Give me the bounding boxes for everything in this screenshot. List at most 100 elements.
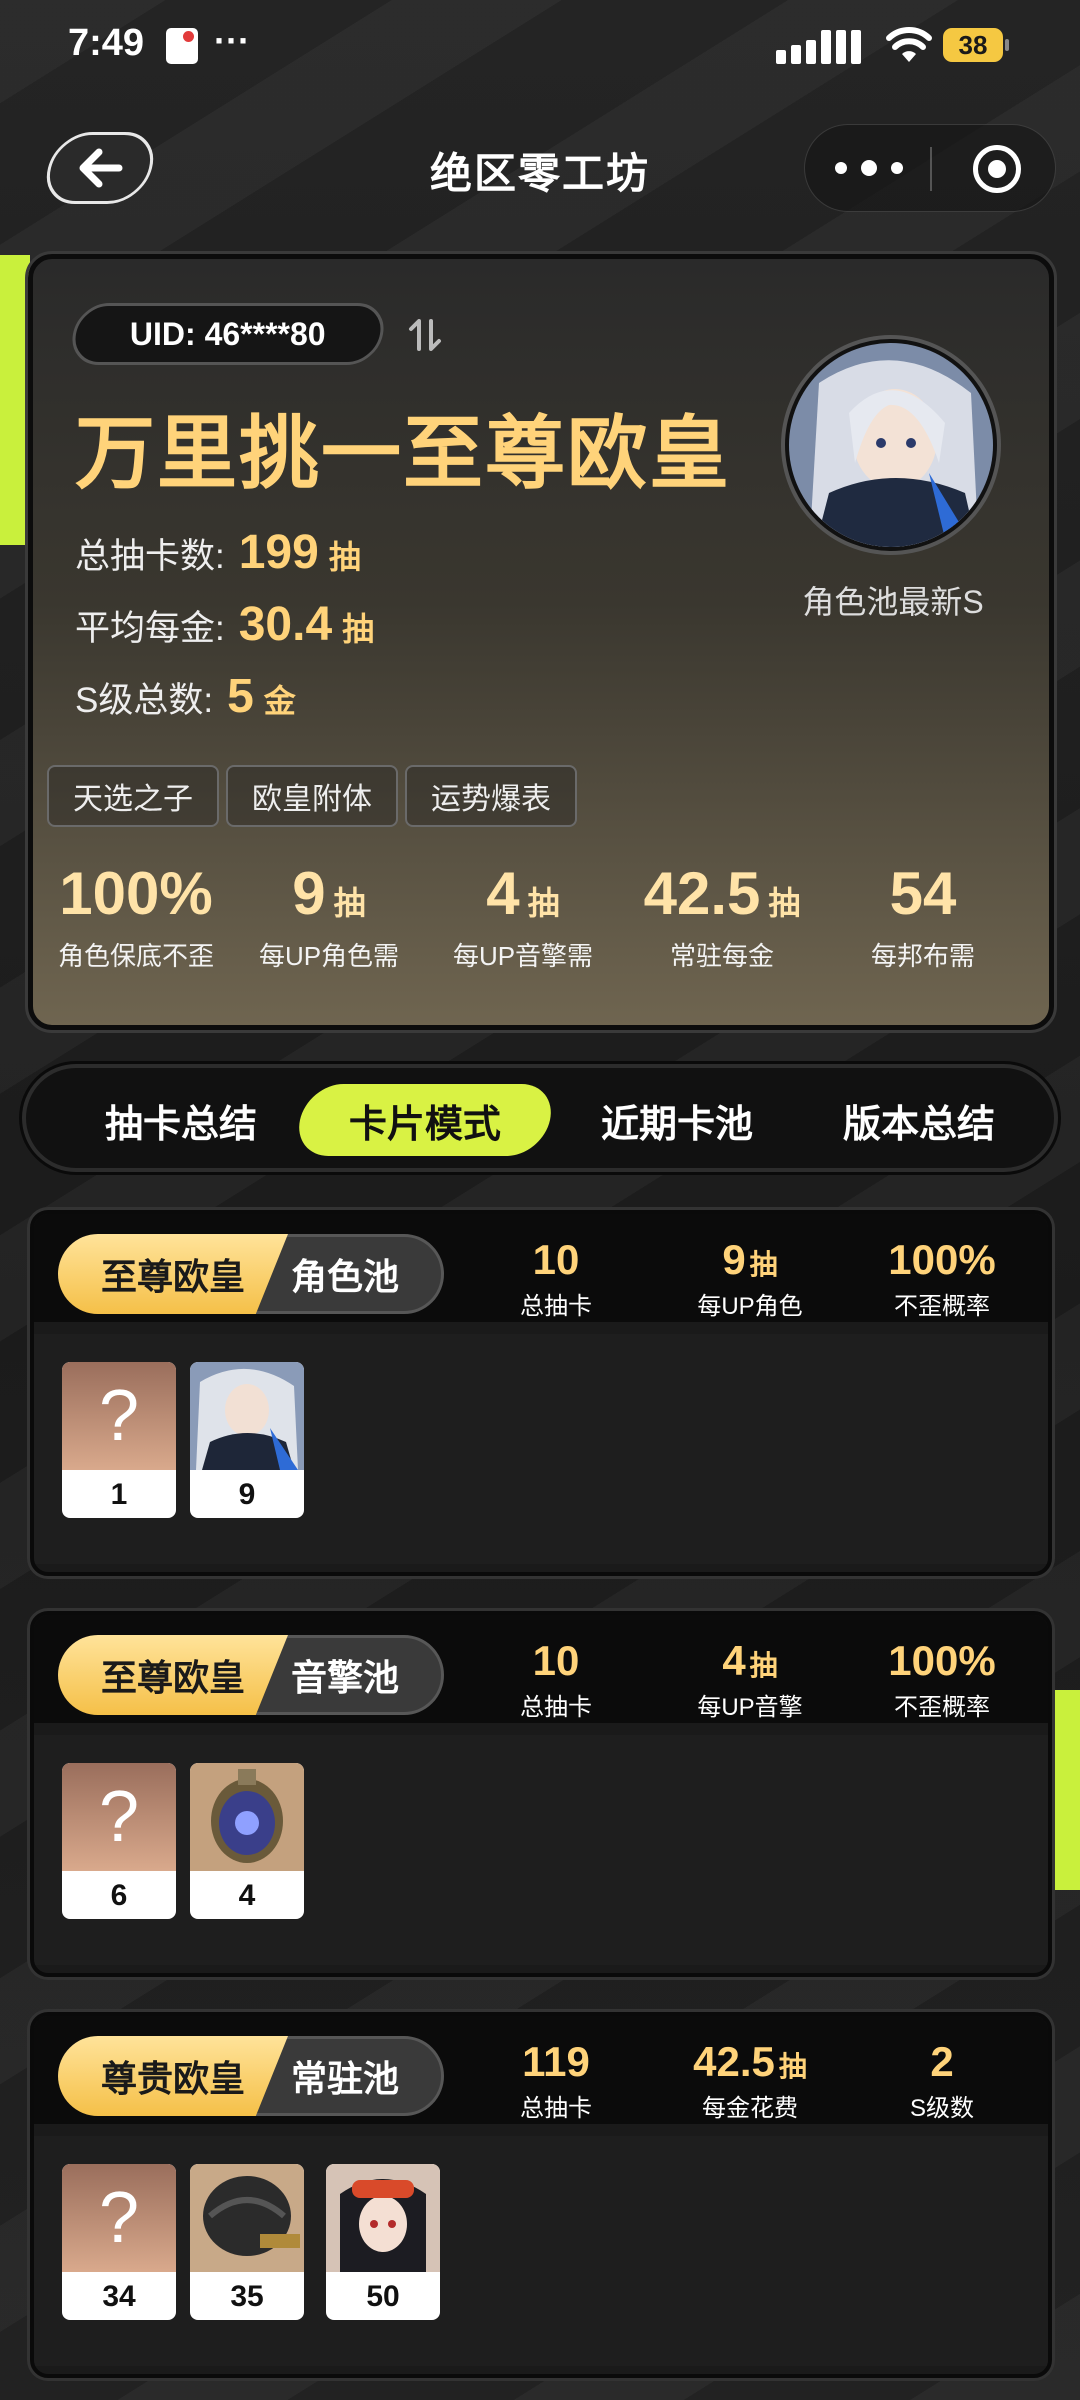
pool-stat-label: 每UP角色 (697, 1293, 803, 1320)
pool-stat-value: 2 (930, 2038, 954, 2085)
pull-count: 34 (102, 2280, 136, 2313)
stat-unit: 抽 (328, 539, 361, 575)
pool-stat-value: 100% (888, 1637, 996, 1684)
stat-label: 总抽卡数: (75, 537, 225, 576)
uid-text: UID: 46****80 (130, 315, 326, 352)
pool-stat-unit: 抽 (778, 2051, 807, 2082)
tag-chosen-one: 天选之子 (47, 765, 219, 827)
miniprogram-capsule (804, 124, 1056, 212)
mini-stat-unit: 抽 (333, 885, 366, 921)
status-bar: 7:49 ··· 38 (0, 0, 1080, 96)
pool-card-character: 至尊欧皇 角色池 10 总抽卡 9抽 每UP角色 100% 不歪概率 ? 1 9 (30, 1210, 1052, 1576)
mini-stat-unit: 抽 (768, 885, 801, 921)
pool-stat-value: 10 (532, 1637, 580, 1684)
pull-card-unknown[interactable]: ? 6 (62, 1763, 176, 1919)
avatar-caption: 角色池最新S (802, 584, 984, 620)
pool-rank: 至尊欧皇 (58, 1234, 288, 1314)
pool-stat-s-count: 2 S级数 (852, 2038, 1032, 2123)
pool-header: 至尊欧皇 音擎池 10 总抽卡 4抽 每UP音擎 100% 不歪概率 (34, 1615, 1048, 1723)
pool-stat-per-gold: 42.5 抽 每金花费 (660, 2038, 840, 2123)
swap-account-icon[interactable] (405, 315, 445, 355)
battery-icon: 38 (943, 28, 1009, 62)
mini-stat-up-character: 9抽 每UP角色需 (239, 859, 419, 973)
pool-badge: 至尊欧皇 角色池 (58, 1234, 444, 1314)
nav-bar: 绝区零工坊 (0, 120, 1080, 220)
pull-card-unknown[interactable]: ? 1 (62, 1362, 176, 1518)
status-time: 7:49 (68, 22, 145, 64)
more-options-icon[interactable] (835, 159, 905, 179)
mini-stat-value: 42.5 (643, 860, 761, 927)
mini-stat-no-loss: 100% 角色保底不歪 (41, 859, 231, 973)
pool-header: 至尊欧皇 角色池 10 总抽卡 9抽 每UP角色 100% 不歪概率 (34, 1214, 1048, 1322)
battery-level: 38 (958, 29, 988, 60)
character-portrait (326, 2164, 440, 2272)
tab-version-summary[interactable]: 版本总结 (804, 1084, 1034, 1156)
close-miniprogram-icon[interactable] (973, 145, 1021, 193)
tab-label: 近期卡池 (600, 1103, 753, 1146)
pool-stat-value: 119 (522, 2038, 590, 2085)
mini-stat-value: 4 (486, 860, 520, 927)
mini-stat-label: 每UP角色需 (258, 941, 400, 971)
pool-stat-label: 总抽卡 (520, 2095, 592, 2122)
w-engine-icon (190, 1763, 304, 1871)
pool-stat-total: 10 总抽卡 (466, 1637, 646, 1722)
tag-fortune-overflow: 运势爆表 (405, 765, 577, 827)
pool-stat-unit: 抽 (749, 1650, 778, 1681)
tab-pull-summary[interactable]: 抽卡总结 (66, 1084, 296, 1156)
tab-label: 版本总结 (842, 1103, 995, 1146)
pull-card-w-engine[interactable]: 4 (190, 1763, 304, 1919)
tab-card-mode[interactable]: 卡片模式 (292, 1084, 558, 1156)
cellular-signal-icon (776, 30, 874, 64)
character-portrait (789, 343, 993, 547)
notification-icon (166, 28, 198, 64)
pool-stat-label: 总抽卡 (520, 1694, 592, 1721)
pull-card-character-goggles[interactable]: 50 (326, 2164, 440, 2320)
pull-card-unknown[interactable]: ? 34 (62, 2164, 176, 2320)
pull-card-character[interactable]: 9 (190, 1362, 304, 1518)
mini-stat-standard-per-gold: 42.5 抽 常驻每金 (627, 859, 817, 973)
view-tabs: 抽卡总结 卡片模式 近期卡池 版本总结 (22, 1064, 1058, 1172)
pull-count: 1 (110, 1478, 128, 1511)
pool-card-w-engine: 至尊欧皇 音擎池 10 总抽卡 4抽 每UP音擎 100% 不歪概率 ? 6 4 (30, 1611, 1052, 1977)
pool-stat-win-rate: 100% 不歪概率 (852, 1236, 1032, 1321)
pull-count: 35 (230, 2280, 264, 2313)
summary-card: UID: 46****80 万里挑一至尊欧皇 总抽卡数: 199 抽 平均每金:… (25, 251, 1057, 1033)
accent-stripe-left (0, 255, 30, 545)
pool-stat-per-up: 9抽 每UP角色 (660, 1236, 840, 1321)
pool-badge: 至尊欧皇 音擎池 (58, 1635, 444, 1715)
pool-stat-value: 42.5 (693, 2038, 775, 2085)
mini-stat-value: 9 (292, 860, 326, 927)
pool-stat-label: 不歪概率 (894, 1694, 990, 1721)
mini-stat-up-w-engine: 4抽 每UP音擎需 (433, 859, 613, 973)
pool-stat-label: 每金花费 (702, 2095, 798, 2122)
stat-value: 30.4 (238, 598, 333, 651)
unknown-icon: ? (62, 1763, 176, 1871)
status-more-indicator: ··· (214, 20, 250, 61)
mini-stat-label: 角色保底不歪 (57, 941, 214, 971)
stat-label: S级总数: (75, 681, 214, 720)
pool-cards: ? 34 35 50 (34, 2136, 1048, 2366)
pull-count: 4 (238, 1879, 256, 1912)
mini-stat-label: 常驻每金 (669, 941, 774, 971)
pool-stat-label: 总抽卡 (520, 1293, 592, 1320)
pool-cards: ? 6 4 (34, 1735, 1048, 1965)
pull-card-helmet[interactable]: 35 (190, 2164, 304, 2320)
stat-value: 199 (238, 526, 319, 579)
latest-s-character-avatar[interactable] (785, 339, 997, 551)
uid-badge[interactable]: UID: 46****80 (67, 303, 389, 365)
pool-rank: 至尊欧皇 (58, 1635, 288, 1715)
stat-label: 平均每金: (75, 609, 225, 648)
mini-stat-value: 54 (889, 860, 957, 927)
tab-recent-pools[interactable]: 近期卡池 (562, 1084, 792, 1156)
pool-badge: 尊贵欧皇 常驻池 (58, 2036, 444, 2116)
mini-stat-unit: 抽 (527, 885, 560, 921)
pool-rank: 尊贵欧皇 (58, 2036, 288, 2116)
pool-stat-per-up: 4抽 每UP音擎 (660, 1637, 840, 1722)
pool-card-standard: 尊贵欧皇 常驻池 119 总抽卡 42.5抽 每金花费 2 S级数 ? 34 (30, 2012, 1052, 2378)
pool-stat-total: 119 总抽卡 (466, 2038, 646, 2123)
pool-stat-unit: 抽 (749, 1249, 778, 1280)
pool-stat-value: 100% (888, 1236, 996, 1283)
pool-stat-value: 4 (722, 1637, 746, 1684)
tag-lucky-aura: 欧皇附体 (226, 765, 398, 827)
stat-s-rank-total: S级总数: 5 金 (75, 669, 296, 724)
